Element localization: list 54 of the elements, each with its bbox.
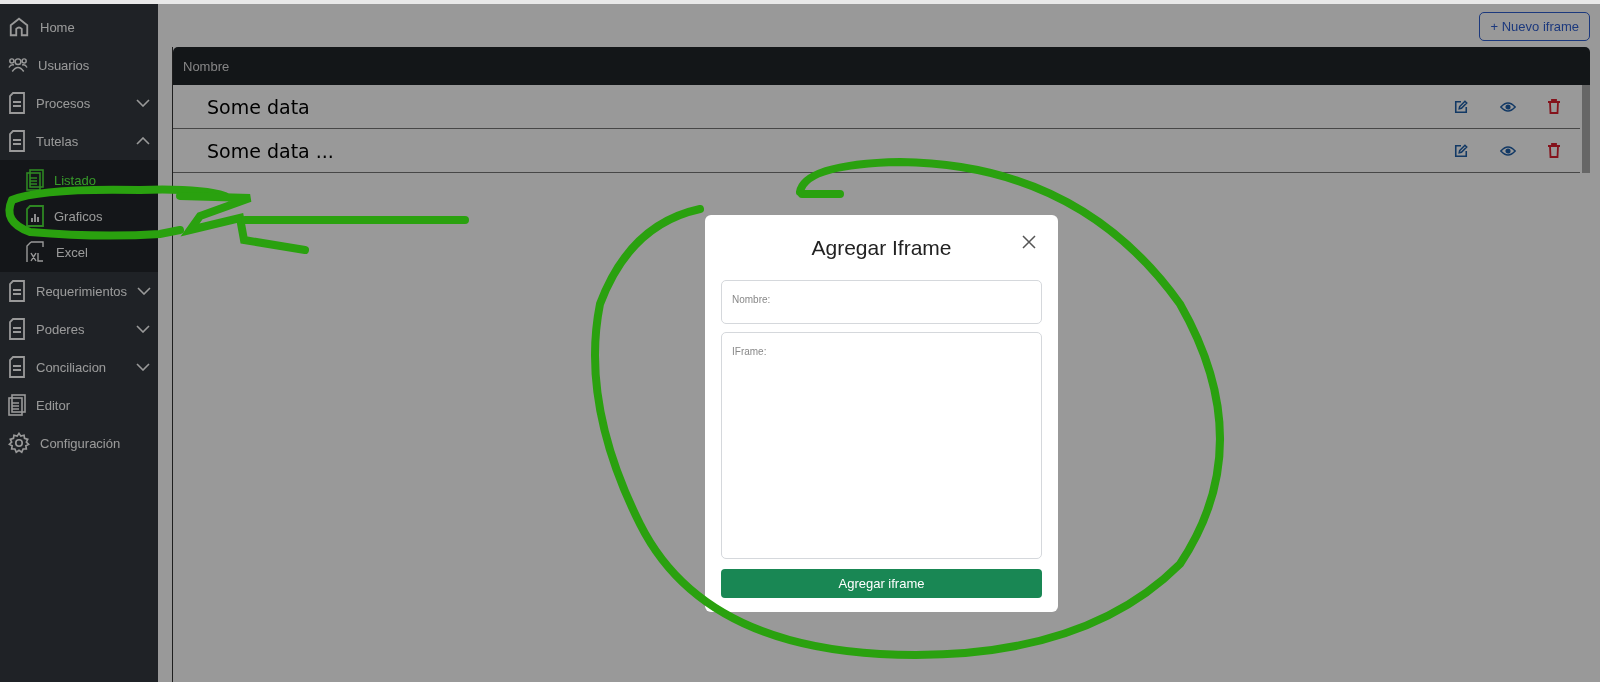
submenu-item-label: Excel — [56, 244, 88, 260]
sidebar-item-label: Configuración — [40, 435, 121, 451]
edit-icon[interactable] — [1454, 143, 1468, 158]
new-iframe-button[interactable]: + Nuevo iframe — [1479, 12, 1590, 41]
field-label: IFrame: — [732, 346, 767, 358]
document-icon — [8, 130, 26, 152]
submenu-item[interactable]: Graficos — [0, 198, 158, 234]
edit-icon[interactable] — [1454, 99, 1468, 114]
document-icon — [8, 92, 26, 114]
iframe-text-area[interactable]: IFrame: — [721, 332, 1042, 559]
sidebar-item-label: Home — [40, 19, 75, 35]
sidebar-item-label: Tutelas — [36, 133, 79, 149]
field-label: Nombre: — [732, 293, 771, 305]
sidebar-item[interactable]: Tutelas — [0, 122, 158, 160]
pages-icon — [8, 394, 26, 416]
sidebar-item[interactable]: Procesos — [0, 84, 158, 122]
add-iframe-button[interactable]: Agregar iframe — [721, 568, 1042, 598]
eye-icon[interactable] — [1500, 100, 1516, 113]
submenu-item[interactable]: Excel — [0, 234, 158, 270]
trash-icon[interactable] — [1548, 143, 1560, 158]
sidebar-item-label: Poderes — [36, 321, 85, 337]
dialog-title: Agregar Iframe — [811, 236, 952, 261]
sidebar-item[interactable]: Home — [0, 8, 158, 46]
submenu-item[interactable]: Listado — [0, 162, 158, 198]
sidebar-item[interactable]: Requerimientos — [0, 272, 158, 310]
spreadsheet-icon — [26, 241, 46, 263]
name-input-field[interactable]: Nombre: — [721, 279, 1042, 325]
home-icon — [8, 16, 30, 38]
sidebar-item[interactable]: Usuarios — [0, 46, 158, 84]
sidebar-item[interactable]: Editor — [0, 386, 158, 424]
column-header: Nombre — [183, 58, 230, 74]
close-icon[interactable] — [1022, 235, 1036, 249]
chart-document-icon — [26, 205, 44, 227]
sidebar-item-label: Conciliacion — [36, 359, 107, 375]
sidebar-item[interactable]: Poderes — [0, 310, 158, 348]
table-cell-text: Some data ... — [206, 139, 334, 162]
submenu-item-label: Graficos — [54, 208, 103, 224]
scrollbar[interactable] — [1582, 85, 1590, 173]
document-icon — [8, 318, 26, 340]
document-icon — [8, 280, 26, 302]
pages-icon — [26, 169, 44, 191]
settings-icon — [8, 432, 30, 454]
submenu-item-label: Listado — [54, 172, 96, 188]
sidebar-item[interactable]: Conciliacion — [0, 348, 158, 386]
sidebar-item[interactable]: Configuración — [0, 424, 158, 462]
sidebar-item-label: Usuarios — [38, 57, 90, 73]
sidebar-item-label: Procesos — [36, 95, 91, 111]
document-icon — [8, 356, 26, 378]
eye-icon[interactable] — [1500, 144, 1516, 157]
trash-icon[interactable] — [1548, 99, 1560, 114]
table-cell-text: Some data — [206, 95, 310, 118]
sidebar-item-label: Editor — [36, 397, 70, 413]
users-icon — [8, 56, 28, 74]
sidebar-item-label: Requerimientos — [36, 283, 128, 299]
